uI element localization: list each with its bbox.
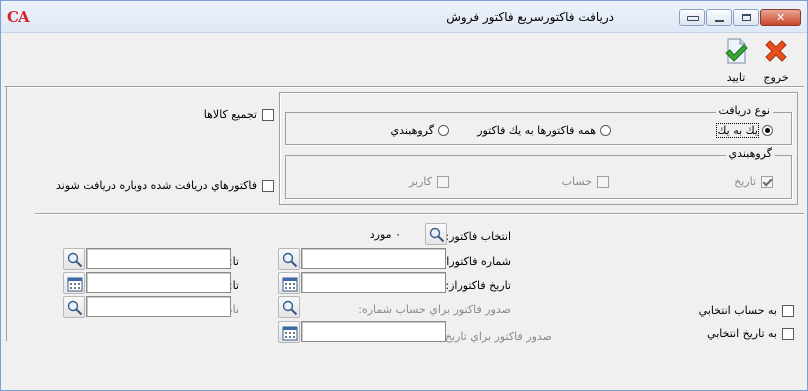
invoice-number-to-search[interactable] [63, 248, 85, 270]
re-receive-label: فاكتورهاي دريافت شده دوباره دريافت شوند [56, 179, 257, 192]
selected-count: ٠ مورد [369, 228, 401, 241]
minimize-button[interactable] [706, 9, 732, 26]
search-icon [67, 300, 83, 316]
issue-date-calendar[interactable] [278, 321, 300, 343]
search-icon [429, 227, 445, 243]
title-bar[interactable]: CA دريافت فاکتورسريع فاکتور فروش ✕ [1, 1, 807, 33]
toolbar-separator [4, 86, 804, 88]
search-icon [282, 252, 298, 268]
group-by-user-checkbox[interactable] [437, 175, 449, 188]
invoice-date-to-input[interactable] [86, 272, 231, 293]
window-title: دريافت فاکتورسريع فاکتور فروش [446, 10, 614, 24]
radio-one-to-one[interactable]: يك به يك [716, 123, 773, 138]
group-by-account[interactable]: حساب [562, 175, 609, 188]
minimize-icon [715, 20, 724, 22]
restore-button[interactable] [679, 9, 705, 26]
exit-button[interactable]: خروج [759, 37, 793, 84]
radio-all-to-one-button[interactable] [600, 125, 611, 136]
group-by-user[interactable]: کاربر [409, 175, 449, 188]
left-border [6, 87, 7, 341]
select-invoice-button[interactable] [425, 223, 447, 245]
toolbar: خروج تاييد [1, 33, 807, 85]
select-invoice-label: انتخاب فاكتور: [445, 230, 511, 243]
invoice-number-from-search[interactable] [278, 248, 300, 270]
radio-grouping-button[interactable] [438, 125, 449, 136]
maximize-button[interactable] [733, 9, 759, 26]
close-button[interactable]: ✕ [760, 9, 801, 26]
restore-icon [687, 16, 699, 21]
close-icon: ✕ [776, 11, 786, 24]
radio-all-to-one[interactable]: همه فاكتورها به يك فاكتور [477, 124, 611, 137]
radio-grouping[interactable]: گروهبندي [391, 124, 449, 137]
merge-items-option[interactable]: تجميع كالاها [204, 108, 274, 121]
for-selected-account-label: به حساب انتخابي [698, 304, 777, 317]
calendar-icon [282, 277, 298, 292]
document-check-icon [725, 38, 748, 64]
invoice-number-from-input[interactable] [301, 248, 446, 269]
issue-for-account-label: صدور فاكتور براي حساب شماره: [358, 303, 511, 316]
maximize-icon [742, 14, 751, 21]
calendar-icon [282, 326, 298, 341]
for-selected-date-option[interactable]: به تاريخ انتخابي [707, 327, 794, 340]
issue-date-input[interactable] [301, 321, 446, 342]
group-by-date[interactable]: تاريخ [734, 175, 773, 188]
radio-one-to-one-label: يك به يك [716, 123, 759, 138]
re-receive-checkbox[interactable] [262, 179, 274, 192]
invoice-date-from-label: تاريخ فاكتوراز: [445, 279, 511, 292]
app-logo: CA [7, 8, 30, 26]
account-number-search[interactable] [278, 296, 300, 318]
close-x-icon [765, 40, 787, 62]
invoice-date-from-input[interactable] [301, 272, 446, 293]
re-receive-option[interactable]: فاكتورهاي دريافت شده دوباره دريافت شوند [56, 179, 274, 192]
invoice-number-to-input[interactable] [86, 248, 231, 269]
merge-items-label: تجميع كالاها [203, 108, 257, 121]
for-selected-date-label: به تاريخ انتخابي [707, 327, 777, 340]
search-icon [67, 252, 83, 268]
confirm-button[interactable]: تاييد [719, 37, 753, 84]
group-by-date-label: تاريخ [734, 175, 756, 188]
radio-one-to-one-button[interactable] [762, 125, 773, 136]
for-selected-date-checkbox[interactable] [782, 327, 794, 340]
invoice-date-to-calendar[interactable] [63, 272, 85, 294]
group-by-account-checkbox[interactable] [597, 175, 609, 188]
invoice-date-from-calendar[interactable] [278, 272, 300, 294]
group-by-user-label: کاربر [408, 175, 432, 188]
grouping-legend: گروهبندي [725, 147, 775, 160]
calendar-icon [67, 277, 83, 292]
issue-for-account-text: صدور فاكتور براي حساب [395, 303, 511, 316]
issue-for-date-label: صدور فاكتور براي تاريخ: [441, 330, 552, 343]
confirm-label: تاييد [726, 71, 746, 84]
account-name-input[interactable] [86, 296, 231, 317]
search-icon [282, 300, 298, 316]
group-by-date-checkbox[interactable] [761, 175, 773, 188]
invoice-number-from-label: شماره فاكتوراز: [437, 255, 511, 268]
merge-items-checkbox[interactable] [262, 108, 274, 121]
dialog-window: CA دريافت فاکتورسريع فاکتور فروش ✕ خروج … [0, 0, 808, 391]
grouping-group: گروهبندي [285, 147, 792, 199]
account-name-search[interactable] [63, 296, 85, 318]
exit-label: خروج [763, 71, 789, 84]
for-selected-account-option[interactable]: به حساب انتخابي [699, 304, 794, 317]
radio-all-to-one-label: همه فاكتورها به يك فاكتور [477, 124, 596, 137]
account-number-label: شماره: [358, 303, 392, 316]
group-by-account-label: حساب [561, 175, 592, 188]
section-separator [35, 213, 804, 215]
for-selected-account-checkbox[interactable] [782, 304, 794, 317]
receive-type-legend: نوع دريافت [715, 104, 773, 117]
radio-grouping-label: گروهبندي [390, 124, 434, 137]
